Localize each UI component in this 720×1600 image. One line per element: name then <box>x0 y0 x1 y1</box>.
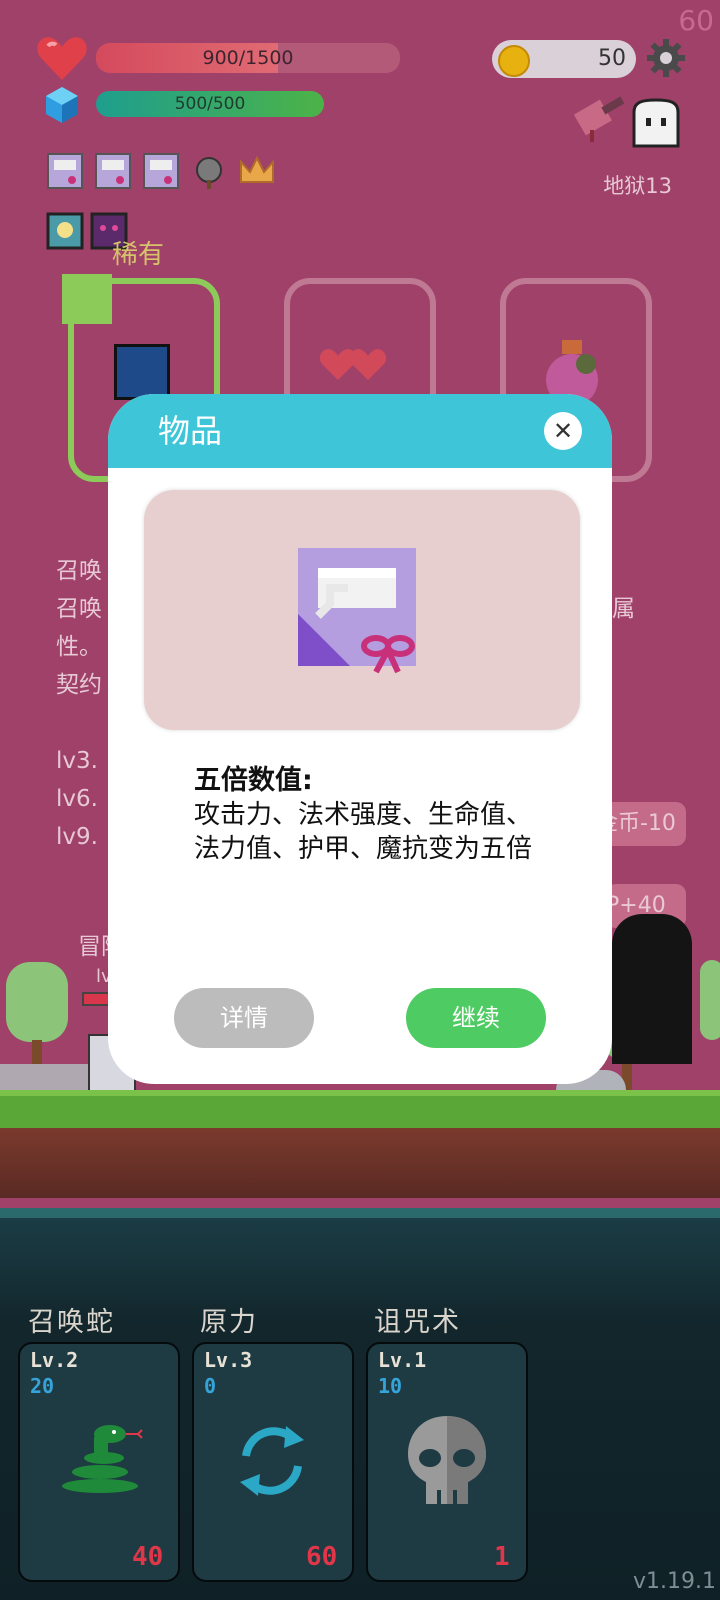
cleaver-icon <box>573 96 625 142</box>
coin-value: 50 <box>598 46 626 71</box>
fps-counter: 60 <box>678 4 714 37</box>
lamp-relic-icon <box>46 212 84 250</box>
skill-title: 诅咒术 <box>374 1307 461 1338</box>
item-name: 五倍数值: <box>194 765 313 796</box>
bg-desc-line: 属 <box>612 596 635 622</box>
cycle-icon <box>240 1426 304 1496</box>
floor-label: 地狱13 <box>603 174 672 198</box>
bg-level-line: lv3. <box>56 748 98 774</box>
bg-desc-line: 契约 <box>56 672 102 698</box>
skill-cost: 40 <box>132 1542 164 1572</box>
skill-level: Lv.3 <box>204 1348 253 1372</box>
item-modal: 物品 ✕ 五倍数值: 攻击力、法术强度、生命值、法力值、护甲、魔抗变为五倍 详情… <box>108 394 612 1084</box>
panel-top-edge <box>0 1208 720 1218</box>
skill-cost: 60 <box>306 1542 338 1572</box>
mana-gem-icon <box>46 87 78 123</box>
continue-button[interactable]: 继续 <box>406 988 546 1048</box>
spiked-mace-icon <box>196 157 222 189</box>
item-preview <box>144 490 580 730</box>
bg-level-line: lv6. <box>56 786 98 812</box>
snake-icon <box>62 1425 143 1493</box>
rarity-label: 稀有 <box>112 240 165 270</box>
modal-title: 物品 <box>158 412 223 450</box>
detail-button[interactable]: 详情 <box>174 988 314 1048</box>
bg-desc-line: 性。 <box>56 634 102 660</box>
item-description: 攻击力、法术强度、生命值、法力值、护甲、魔抗变为五倍 <box>194 800 533 864</box>
skill-mana: 0 <box>204 1374 217 1398</box>
mp-text: 500/500 <box>174 94 246 114</box>
heart-icon <box>37 37 87 80</box>
skill-title: 召唤蛇 <box>28 1307 115 1338</box>
shadow-monster <box>612 914 692 1064</box>
tree-icon <box>700 960 720 1040</box>
tree-icon <box>6 962 68 1042</box>
scroll-ribbon-icon <box>298 548 416 674</box>
skill-mana: 10 <box>378 1374 403 1398</box>
scroll-buff-icon <box>47 153 83 189</box>
settings-gear-icon[interactable] <box>646 38 686 78</box>
dirt-ground <box>0 1128 720 1198</box>
ghost-icon <box>632 98 680 148</box>
coin-icon <box>498 45 530 77</box>
stone-wall <box>0 1064 90 1090</box>
version-label: v1.19.1 <box>633 1569 716 1594</box>
shield-item-icon <box>114 344 170 400</box>
skill-level: Lv.2 <box>30 1348 79 1372</box>
hearts-item-icon <box>318 344 388 384</box>
hp-text: 900/1500 <box>202 47 294 69</box>
skill-cost: 1 <box>494 1542 510 1572</box>
bg-desc-line: 召唤 <box>56 558 102 584</box>
skull-icon <box>408 1416 486 1504</box>
scroll-buff-icon <box>143 153 179 189</box>
bg-level-line: lv9. <box>56 824 98 850</box>
scroll-buff-icon <box>95 153 131 189</box>
skill-level: Lv.1 <box>378 1348 427 1372</box>
grass <box>0 1096 720 1130</box>
close-button[interactable]: ✕ <box>544 412 582 450</box>
bg-desc-line: 召唤 <box>56 596 102 622</box>
skill-title: 原力 <box>200 1307 258 1338</box>
crown-icon <box>240 155 274 183</box>
skill-mana: 20 <box>30 1374 55 1398</box>
